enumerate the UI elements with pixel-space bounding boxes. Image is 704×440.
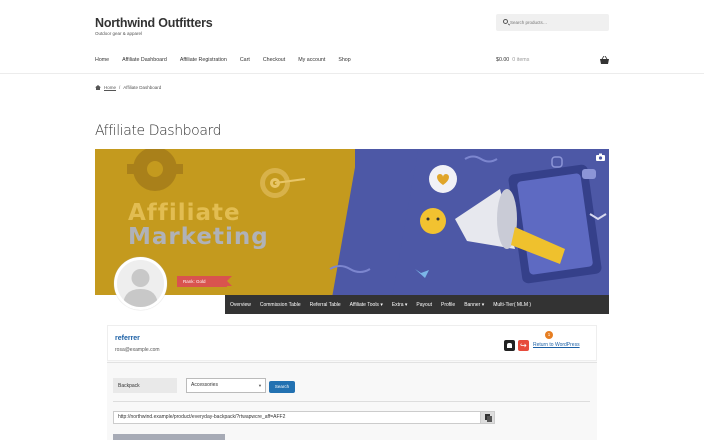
search-input[interactable]: [510, 17, 605, 28]
nav-item-checkout[interactable]: Checkout: [263, 57, 285, 63]
logout-icon[interactable]: [518, 340, 529, 351]
nav-item-home[interactable]: Home: [95, 57, 109, 63]
panel-divider: [107, 362, 597, 363]
profile-banner: Affiliate Marketing: [95, 149, 609, 295]
tab-overview[interactable]: Overview: [230, 302, 251, 308]
tab-banner[interactable]: Banner ▾: [464, 302, 484, 308]
rank-badge: Rank: Gold: [177, 276, 232, 287]
site-title[interactable]: Northwind Outfitters: [95, 16, 213, 30]
primary-nav: Home Affiliate Dashboard Affiliate Regis…: [95, 57, 364, 63]
nav-item-cart[interactable]: Cart: [240, 57, 250, 63]
nav-item-affiliate-dashboard[interactable]: Affiliate Dashboard: [122, 57, 167, 63]
site-tagline: Outdoor gear & apparel: [95, 31, 143, 36]
generate-button[interactable]: [113, 434, 225, 440]
product-search-input[interactable]: [113, 378, 177, 393]
search-box[interactable]: [496, 14, 609, 31]
cart-amount: $0.00: [496, 57, 510, 63]
tab-payout[interactable]: Payout: [416, 302, 432, 308]
category-select[interactable]: Accessories ▼: [186, 378, 266, 393]
user-name: referrer: [115, 335, 140, 342]
tab-affiliate-tools[interactable]: Affiliate Tools ▾: [350, 302, 383, 308]
header-divider: [0, 73, 704, 74]
tab-referral-table[interactable]: Referral Table: [310, 302, 341, 308]
user-email: rosa@example.com: [115, 347, 160, 353]
tab-profile[interactable]: Profile: [441, 302, 455, 308]
nav-item-my-account[interactable]: My account: [298, 57, 325, 63]
banner-line2: Marketing: [128, 224, 269, 250]
search-icon: [503, 19, 508, 24]
avatar[interactable]: [114, 257, 167, 310]
category-select-value: Accessories: [191, 382, 218, 388]
breadcrumb: Home / Affiliate Dashboard: [95, 85, 161, 90]
copy-icon[interactable]: [480, 412, 494, 423]
tab-commission-table[interactable]: Commission Table: [260, 302, 301, 308]
camera-icon[interactable]: [596, 153, 605, 161]
nav-item-shop[interactable]: Shop: [338, 57, 350, 63]
cart-item-count: 0 items: [512, 57, 530, 63]
tab-multi-tier[interactable]: Multi-Tier( MLM ): [493, 302, 531, 308]
notification-count: 1: [545, 331, 553, 339]
cart-total[interactable]: $0.00 0 items: [496, 57, 529, 63]
tools-divider: [113, 401, 590, 402]
breadcrumb-separator: /: [119, 85, 121, 90]
breadcrumb-home[interactable]: Home: [104, 85, 116, 90]
search-button[interactable]: Search: [269, 381, 295, 393]
breadcrumb-current: Affiliate Dashboard: [123, 85, 162, 90]
tab-extra[interactable]: Extra ▾: [392, 302, 408, 308]
twitter-icon: [415, 269, 429, 278]
affiliate-link-field[interactable]: http://northwind.example/product/everyda…: [113, 411, 495, 424]
target-icon: [260, 168, 306, 198]
page-title: Affiliate Dashboard: [95, 123, 222, 139]
heart-icon: [429, 165, 457, 193]
notification-icon[interactable]: [504, 340, 515, 351]
banner-line1: Affiliate: [128, 200, 241, 226]
home-icon: [95, 85, 101, 90]
basket-icon[interactable]: [600, 56, 609, 64]
user-silhouette-icon: [117, 260, 164, 307]
nav-item-affiliate-registration[interactable]: Affiliate Registration: [180, 57, 227, 63]
dashboard-tabs: Overview Commission Table Referral Table…: [225, 295, 609, 314]
chevron-down-icon: ▼: [258, 383, 262, 388]
return-to-wordpress-link[interactable]: Return to WordPress: [533, 342, 580, 348]
